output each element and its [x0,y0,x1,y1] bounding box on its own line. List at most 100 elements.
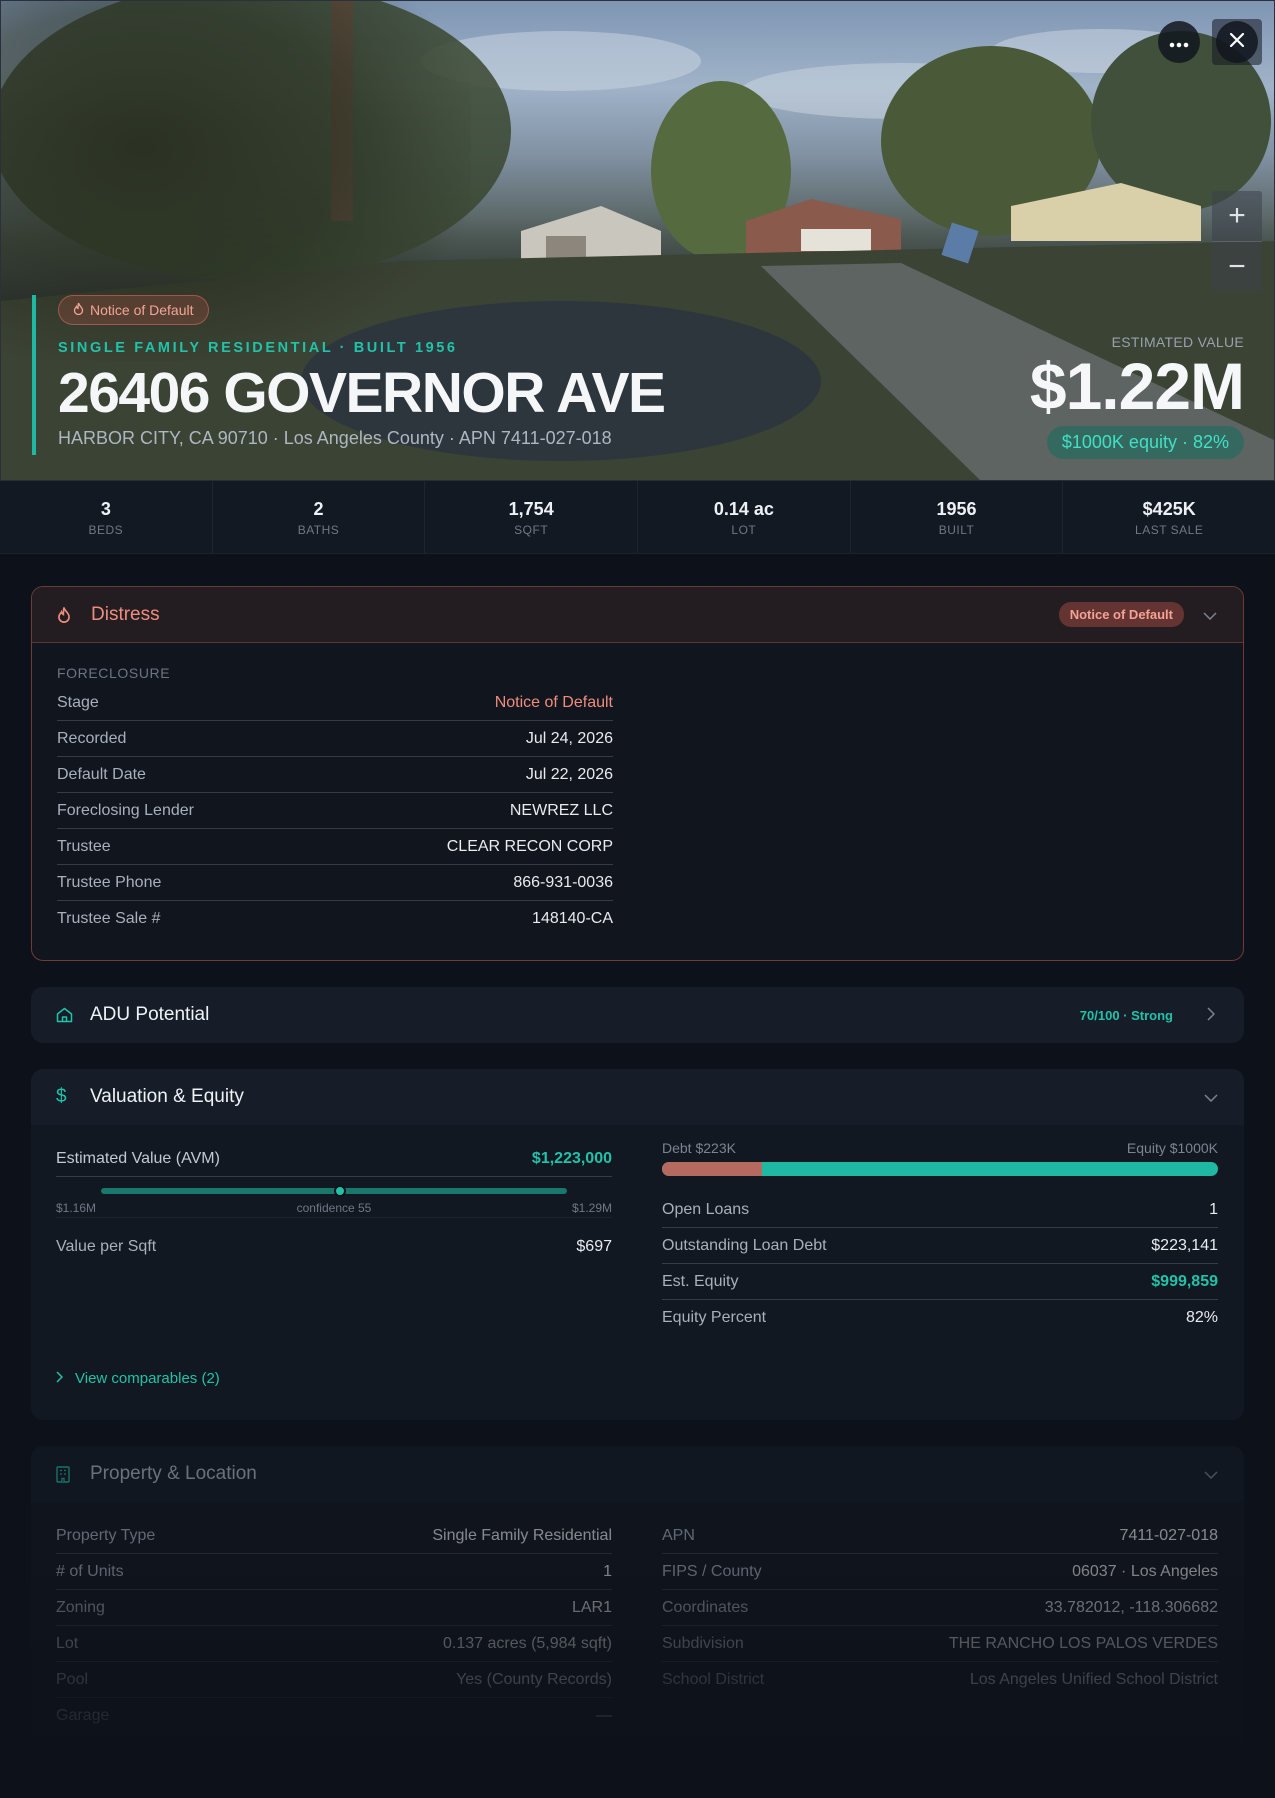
detail-row: Equity Percent 82% [662,1300,1218,1336]
detail-row: Subdivision THE RANCHO LOS PALOS VERDES [662,1626,1218,1662]
detail-value: Jul 24, 2026 [525,729,613,747]
property-title: Property & Location [90,1463,257,1484]
valuation-title: Valuation & Equity [90,1086,244,1107]
detail-key: FIPS / County [662,1562,762,1580]
detail-key: Default Date [57,765,146,783]
more-options-button[interactable] [1158,21,1200,63]
detail-row: # of Units 1 [56,1554,612,1590]
debt-label: Debt $223K [662,1140,736,1156]
stat-value: $425K [1142,499,1196,519]
property-details-left: Property Type Single Family Residential #… [56,1518,612,1734]
detail-value: 148140-CA [532,910,613,927]
detail-key: Pool [56,1670,89,1688]
detail-key: Garage [56,1707,110,1724]
foreclosure-details: Stage Notice of Default Recorded Jul 24, 2… [57,685,613,937]
detail-key: Subdivision [662,1634,744,1652]
chevron-down-icon[interactable] [1203,1466,1219,1482]
estimated-value-label: ESTIMATED VALUE [1111,334,1244,350]
estimated-value: $1.22M [1029,349,1245,423]
chevron-right-icon [56,1370,64,1387]
equity-details: Open Loans 1 Outstanding Loan Debt $223,14… [662,1192,1218,1336]
detail-value: $999,859 [1151,1272,1218,1290]
avm-value: $1,223,000 [531,1149,612,1167]
property-address: 26406 GOVERNOR AVE [58,361,666,425]
distress-card-header[interactable]: Distress Notice of Default [32,587,1243,643]
detail-value: 866-931-0036 [513,873,613,891]
chevron-down-icon[interactable] [1202,607,1218,623]
detail-row: APN 7411-027-018 [662,1518,1218,1554]
building-icon [56,1465,76,1483]
stat-value: 1,754 [508,499,554,519]
stat-value: 2 [313,499,324,519]
detail-value: 06037 · Los Angeles [1072,1562,1218,1580]
zoom-in-button[interactable]: + [1212,191,1262,241]
adu-card[interactable]: ADU Potential 70/100 · Strong [31,987,1244,1043]
detail-key: Trustee Phone [57,873,162,891]
stat-label: BATHS [297,523,340,537]
detail-value: Jul 22, 2026 [525,765,613,783]
detail-row: Stage Notice of Default [57,685,613,721]
property-subtitle: SINGLE FAMILY RESIDENTIAL · BUILT 1956 [58,340,458,356]
estimated-value-block: ESTIMATED VALUE $1.22M $1000K equity · 8… [1029,334,1245,459]
adu-score: 70/100 · Strong [1079,1007,1173,1023]
zoom-out-button[interactable]: − [1212,241,1262,291]
detail-row: Recorded Jul 24, 2026 [57,721,613,757]
property-details-right: APN 7411-027-018 FIPS / County 06037 · Los… [662,1518,1218,1734]
adu-card-header[interactable]: ADU Potential 70/100 · Strong [31,987,1244,1043]
detail-key: APN [662,1526,695,1544]
detail-value: Notice of Default [494,693,613,711]
stats-bar: 3 BEDS 2 BATHS 1,754 SQFT 0.14 ac LOT 1956 BU… [0,480,1275,554]
detail-row: School District Los Angeles Unified Schoo… [662,1662,1218,1698]
stat-lot: 0.14 ac LOT [638,481,851,553]
stat-label: LOT [731,523,757,537]
detail-key: Equity Percent [662,1309,767,1326]
adu-title: ADU Potential [90,1004,210,1025]
detail-key: Foreclosing Lender [57,801,194,819]
stat-label: BEDS [88,523,124,537]
equity-bar-labels: Debt $223K Equity $1000K [662,1140,1218,1156]
detail-row: Outstanding Loan Debt $223,141 [662,1228,1218,1264]
detail-value: Los Angeles Unified School District [969,1671,1218,1688]
distress-title: Distress [91,603,160,625]
property-card-header[interactable]: Property & Location [31,1446,1244,1502]
chevron-down-icon[interactable] [1203,1089,1219,1105]
stat-value: 1956 [936,499,977,519]
detail-key: Coordinates [662,1598,749,1616]
detail-row: Trustee CLEAR RECON CORP [57,829,613,865]
value-per-sqft: $697 [576,1237,612,1255]
stat-last-sale: $425K LAST SALE [1063,481,1275,553]
house-icon [56,1007,76,1023]
detail-value: 82% [1185,1309,1218,1326]
range-high: $1.29M [571,1201,612,1215]
close-button[interactable] [1216,21,1258,63]
ellipsis-icon [1169,31,1189,54]
value-per-sqft-label: Value per Sqft [56,1237,157,1255]
stat-value: 3 [100,499,111,519]
hero-photo: + − Notice of Default SINGLE FAMILY RESI… [0,0,1275,480]
distress-card: Distress Notice of Default FORECLOSURE S… [31,586,1244,961]
stat-beds: 3 BEDS [0,481,213,553]
valuation-card-header[interactable]: $ Valuation & Equity [31,1069,1244,1125]
property-header: Notice of Default SINGLE FAMILY RESIDENT… [32,295,666,455]
view-comparables-link[interactable]: View comparables (2) [56,1370,1244,1387]
detail-row: FIPS / County 06037 · Los Angeles [662,1554,1218,1590]
avm-label: Estimated Value (AVM) [56,1149,220,1167]
detail-value: 33.782012, -118.306682 [1044,1598,1218,1616]
avm-row: Estimated Value (AVM) $1,223,000 [56,1141,612,1177]
detail-value: 0.137 acres (5,984 sqft) [443,1634,612,1652]
detail-value: Yes (County Records) [456,1670,612,1688]
detail-row: Pool Yes (County Records) [56,1662,612,1698]
range-confidence: confidence 55 [296,1201,372,1215]
detail-key: Outstanding Loan Debt [662,1236,827,1254]
dollar-icon: $ [56,1086,67,1107]
detail-value: NEWREZ LLC [509,801,613,819]
detail-row: Trustee Sale # 148140-CA [57,901,613,937]
chevron-right-icon[interactable] [1203,1006,1219,1024]
detail-value: CLEAR RECON CORP [446,837,613,855]
map-zoom-control: + − [1212,191,1262,291]
debt-equity-bar [662,1162,1218,1176]
detail-key: # of Units [56,1562,124,1580]
flame-icon [73,302,84,318]
equity-label: Equity $1000K [1126,1140,1218,1156]
detail-key: Property Type [56,1526,156,1544]
